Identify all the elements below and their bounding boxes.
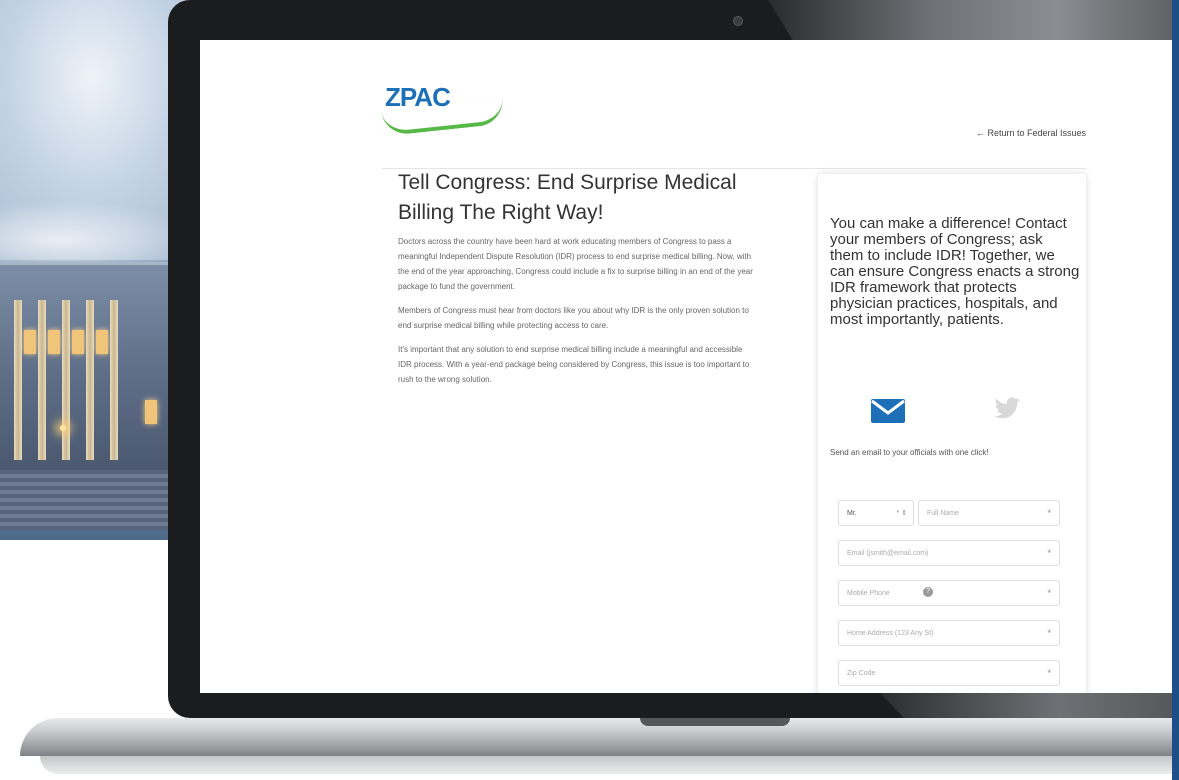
home-address-field[interactable]: Home Address (123 Any St) * bbox=[838, 620, 1060, 646]
help-icon[interactable]: ? bbox=[923, 587, 933, 597]
salutation-value: Mr. bbox=[847, 510, 857, 517]
email-placeholder: Email (jsmith@email.com) bbox=[847, 550, 929, 557]
full-name-placeholder: Full Name bbox=[927, 510, 959, 517]
zpac-logo[interactable]: ZPAC bbox=[380, 80, 506, 137]
article-paragraph: It's important that any solution to end … bbox=[398, 345, 750, 384]
site-header: ZPAC ← Return to Federal Issues bbox=[380, 80, 1086, 169]
zip-code-placeholder: Zip Code bbox=[847, 670, 876, 677]
column bbox=[110, 300, 118, 460]
select-arrows-icon: * ⇕ bbox=[896, 510, 907, 517]
page-edge-stripe bbox=[1172, 0, 1179, 780]
bezel-reflection bbox=[880, 693, 1179, 718]
bezel-reflection bbox=[768, 0, 1179, 40]
salutation-select[interactable]: Mr. * ⇕ bbox=[838, 500, 914, 526]
required-marker: * bbox=[1047, 508, 1051, 518]
lit-window bbox=[24, 330, 36, 354]
panel-heading: You can make a difference! Contact your … bbox=[830, 215, 1080, 328]
article-paragraph: Doctors across the country have been har… bbox=[398, 237, 753, 291]
article-paragraph: Members of Congress must hear from docto… bbox=[398, 306, 749, 330]
required-marker: * bbox=[1047, 668, 1051, 678]
zip-code-field[interactable]: Zip Code * bbox=[838, 660, 1060, 686]
capitol-steps bbox=[0, 470, 170, 530]
home-address-placeholder: Home Address (123 Any St) bbox=[847, 630, 934, 637]
column bbox=[86, 300, 94, 460]
required-marker: * bbox=[1047, 548, 1051, 558]
article: Tell Congress: End Surprise Medical Bill… bbox=[398, 168, 758, 396]
mobile-phone-field[interactable]: Mobile Phone ? * bbox=[838, 580, 1060, 606]
lit-window bbox=[145, 400, 157, 424]
camera-icon bbox=[733, 16, 743, 26]
laptop-base bbox=[20, 718, 1179, 756]
lit-window bbox=[72, 330, 84, 354]
panel-subtext: Send an email to your officials with one… bbox=[830, 448, 989, 457]
required-marker: * bbox=[1047, 628, 1051, 638]
full-name-field[interactable]: Full Name * bbox=[918, 500, 1060, 526]
mobile-phone-placeholder: Mobile Phone bbox=[847, 590, 890, 597]
return-to-federal-issues-link[interactable]: ← Return to Federal Issues bbox=[976, 128, 1086, 138]
column bbox=[62, 300, 70, 460]
laptop-base-edge bbox=[40, 756, 1179, 774]
column bbox=[14, 300, 22, 460]
lit-window bbox=[96, 330, 108, 354]
laptop-hinge-notch bbox=[640, 718, 790, 726]
required-marker: * bbox=[1047, 588, 1051, 598]
take-action-panel: You can make a difference! Contact your … bbox=[818, 174, 1086, 693]
laptop-screen: ZPAC ← Return to Federal Issues Tell Con… bbox=[200, 40, 1172, 693]
column bbox=[38, 300, 46, 460]
street-lamp bbox=[60, 425, 66, 431]
twitter-icon[interactable] bbox=[993, 396, 1021, 422]
lit-window bbox=[48, 330, 60, 354]
page-title: Tell Congress: End Surprise Medical Bill… bbox=[398, 171, 737, 224]
email-icon[interactable] bbox=[870, 398, 906, 424]
email-field[interactable]: Email (jsmith@email.com) * bbox=[838, 540, 1060, 566]
